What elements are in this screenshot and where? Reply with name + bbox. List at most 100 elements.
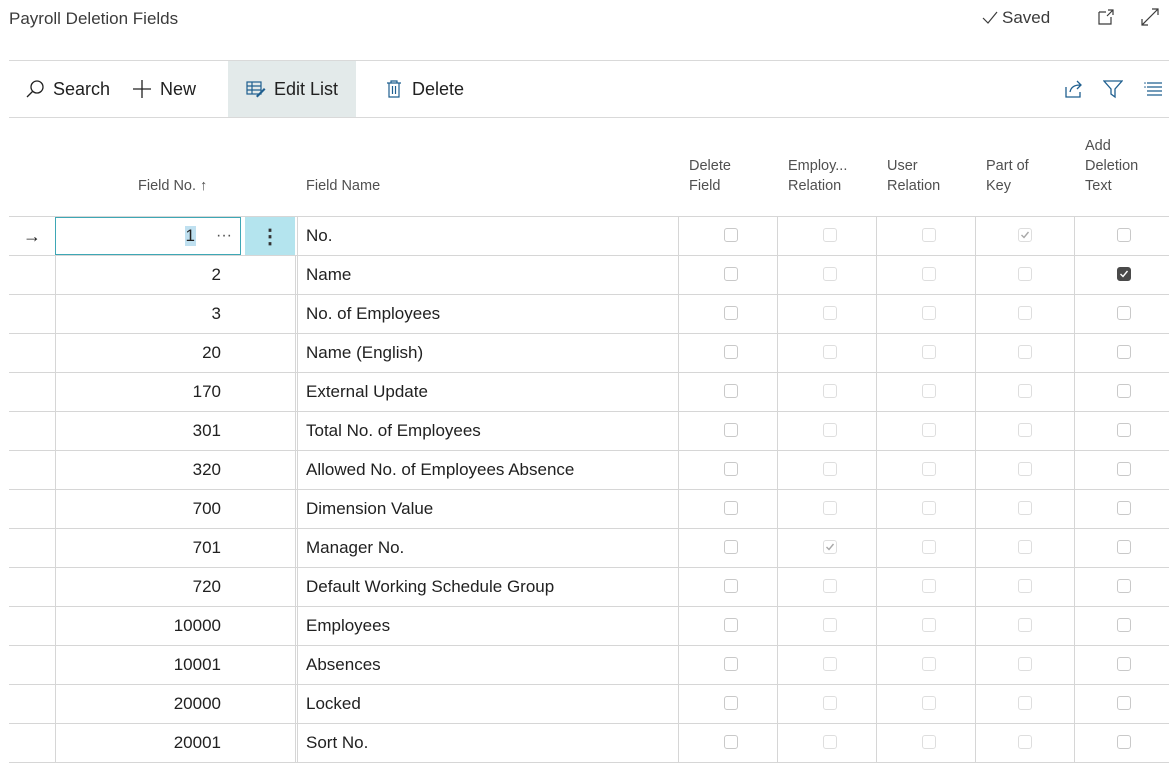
field-no-cell[interactable]: 2 [55, 256, 221, 294]
field-no-cell[interactable]: 320 [55, 451, 221, 489]
delete-field-checkbox[interactable] [724, 696, 738, 710]
field-no-cell[interactable]: 20001 [55, 724, 221, 762]
table-row[interactable]: 3 No. of Employees [9, 295, 1169, 334]
add-deletion-text-checkbox[interactable] [1117, 384, 1131, 398]
column-header-delete-field[interactable]: Delete Field [689, 156, 731, 196]
delete-field-checkbox[interactable] [724, 618, 738, 632]
share-icon[interactable] [1064, 79, 1084, 99]
filter-icon[interactable] [1103, 79, 1123, 99]
list-view-icon[interactable] [1144, 79, 1164, 99]
table-row[interactable]: 700 Dimension Value [9, 490, 1169, 529]
table-row[interactable]: 20000 Locked [9, 685, 1169, 724]
delete-field-checkbox[interactable] [724, 267, 738, 281]
add-deletion-text-checkbox[interactable] [1117, 501, 1131, 515]
table-row[interactable]: → 1 ··· ⋮ No. [9, 217, 1169, 256]
field-no-cell[interactable]: 20 [55, 334, 221, 372]
add-deletion-text-checkbox[interactable] [1117, 345, 1131, 359]
field-name-cell[interactable]: Total No. of Employees [297, 412, 679, 450]
field-name-cell[interactable]: No. [297, 217, 679, 255]
field-name-cell[interactable]: Employees [297, 607, 679, 645]
field-no-cell[interactable]: 10000 [55, 607, 221, 645]
field-name-cell[interactable]: Locked [297, 685, 679, 723]
row-menu-cell[interactable] [245, 490, 296, 528]
field-name-cell[interactable]: Name (English) [297, 334, 679, 372]
expand-icon[interactable] [1141, 8, 1159, 26]
table-row[interactable]: 10001 Absences [9, 646, 1169, 685]
field-no-cell[interactable]: 700 [55, 490, 221, 528]
column-header-add-deletion-text[interactable]: Add Deletion Text [1085, 136, 1138, 196]
row-menu-cell[interactable] [245, 451, 296, 489]
field-no-cell[interactable]: 170 [55, 373, 221, 411]
delete-field-checkbox[interactable] [724, 384, 738, 398]
edit-list-button[interactable]: Edit List [228, 61, 357, 117]
delete-button[interactable]: Delete [384, 61, 464, 117]
row-menu-cell[interactable] [245, 646, 296, 684]
table-row[interactable]: 10000 Employees [9, 607, 1169, 646]
table-row[interactable]: 701 Manager No. [9, 529, 1169, 568]
field-no-cell[interactable]: 701 [55, 529, 221, 567]
delete-field-checkbox[interactable] [724, 735, 738, 749]
field-name-cell[interactable]: Manager No. [297, 529, 679, 567]
table-row[interactable]: 20001 Sort No. [9, 724, 1169, 763]
table-row[interactable]: 170 External Update [9, 373, 1169, 412]
delete-field-checkbox[interactable] [724, 423, 738, 437]
lookup-ellipsis-button[interactable]: ··· [216, 227, 232, 245]
search-button[interactable]: Search [25, 61, 110, 117]
new-button[interactable]: New [132, 61, 196, 117]
row-menu-cell[interactable] [245, 412, 296, 450]
row-menu-cell[interactable] [245, 334, 296, 372]
table-row[interactable]: 2 Name [9, 256, 1169, 295]
field-name-cell[interactable]: No. of Employees [297, 295, 679, 333]
add-deletion-text-checkbox[interactable] [1117, 462, 1131, 476]
add-deletion-text-checkbox[interactable] [1117, 579, 1131, 593]
field-no-cell[interactable]: 301 [55, 412, 221, 450]
table-row[interactable]: 720 Default Working Schedule Group [9, 568, 1169, 607]
column-header-part-of-key[interactable]: Part of Key [986, 156, 1029, 196]
table-row[interactable]: 301 Total No. of Employees [9, 412, 1169, 451]
column-header-user-relation[interactable]: User Relation [887, 156, 940, 196]
field-no-cell[interactable]: 20000 [55, 685, 221, 723]
add-deletion-text-checkbox[interactable] [1117, 306, 1131, 320]
delete-field-checkbox[interactable] [724, 579, 738, 593]
delete-field-checkbox[interactable] [724, 657, 738, 671]
add-deletion-text-checkbox[interactable] [1117, 267, 1131, 281]
add-deletion-text-checkbox[interactable] [1117, 540, 1131, 554]
delete-field-checkbox[interactable] [724, 306, 738, 320]
add-deletion-text-checkbox[interactable] [1117, 423, 1131, 437]
field-name-cell[interactable]: Name [297, 256, 679, 294]
add-deletion-text-checkbox[interactable] [1117, 735, 1131, 749]
column-header-employ-relation[interactable]: Employ... Relation [788, 156, 847, 196]
delete-field-checkbox[interactable] [724, 345, 738, 359]
field-no-cell[interactable]: 3 [55, 295, 221, 333]
row-menu-cell[interactable] [245, 529, 296, 567]
field-name-cell[interactable]: Sort No. [297, 724, 679, 762]
field-no-cell[interactable]: 720 [55, 568, 221, 606]
open-new-window-icon[interactable] [1097, 8, 1115, 26]
field-name-cell[interactable]: Allowed No. of Employees Absence [297, 451, 679, 489]
table-row[interactable]: 20 Name (English) [9, 334, 1169, 373]
column-header-field-name[interactable]: Field Name [306, 176, 380, 196]
field-name-cell[interactable]: External Update [297, 373, 679, 411]
row-menu-cell[interactable] [245, 607, 296, 645]
field-name-cell[interactable]: Absences [297, 646, 679, 684]
add-deletion-text-checkbox[interactable] [1117, 696, 1131, 710]
field-name-cell[interactable]: Default Working Schedule Group [297, 568, 679, 606]
row-menu-cell[interactable] [245, 373, 296, 411]
field-name-cell[interactable]: Dimension Value [297, 490, 679, 528]
row-menu-button[interactable]: ⋮ [245, 217, 295, 255]
row-menu-cell[interactable] [245, 685, 296, 723]
row-menu-cell[interactable] [245, 295, 296, 333]
row-menu-cell[interactable] [245, 724, 296, 762]
row-menu-cell[interactable] [245, 256, 296, 294]
column-header-field-no[interactable]: Field No. ↑ [138, 176, 207, 196]
table-row[interactable]: 320 Allowed No. of Employees Absence [9, 451, 1169, 490]
field-no-cell[interactable]: 10001 [55, 646, 221, 684]
delete-field-checkbox[interactable] [724, 501, 738, 515]
field-no-input[interactable]: 1 ··· [55, 217, 241, 255]
delete-field-checkbox[interactable] [724, 228, 738, 242]
row-menu-cell[interactable] [245, 568, 296, 606]
add-deletion-text-checkbox[interactable] [1117, 228, 1131, 242]
add-deletion-text-checkbox[interactable] [1117, 657, 1131, 671]
delete-field-checkbox[interactable] [724, 540, 738, 554]
delete-field-checkbox[interactable] [724, 462, 738, 476]
